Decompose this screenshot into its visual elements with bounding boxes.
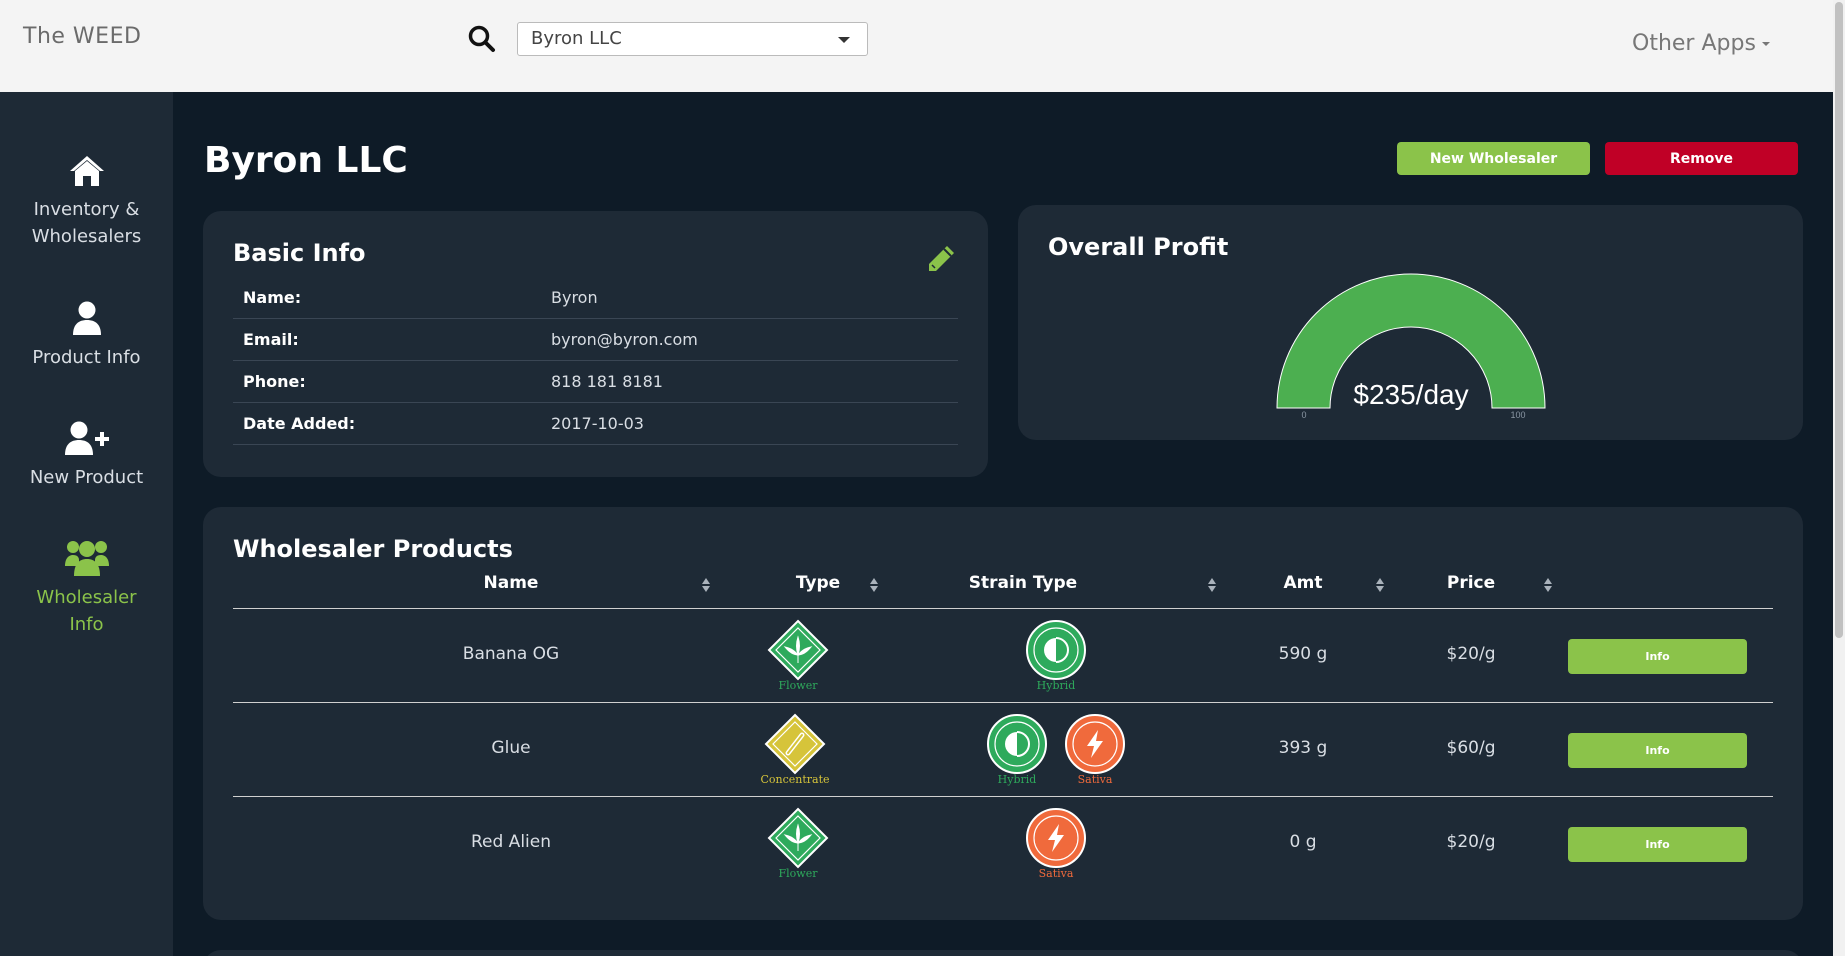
concentrate-dropper-icon: [764, 713, 826, 775]
table-header-divider: [233, 608, 1773, 609]
sort-icon[interactable]: [1375, 577, 1385, 593]
flower-leaf-icon: [767, 807, 829, 869]
sidebar: Inventory & Wholesalers Product Info New…: [0, 92, 173, 956]
column-header-type[interactable]: Type: [763, 573, 873, 593]
product-price: $60/g: [1446, 738, 1496, 758]
sidebar-item-product-info[interactable]: Product Info: [0, 300, 173, 371]
type-badge-flower: Flower: [763, 807, 833, 880]
wholesaler-products-title: Wholesaler Products: [233, 535, 513, 563]
info-key: Name:: [243, 288, 302, 307]
strain-label: Sativa: [1038, 867, 1074, 880]
product-price: $20/g: [1446, 644, 1496, 664]
user-icon: [72, 301, 101, 335]
info-value: 2017-10-03: [551, 414, 644, 433]
product-name: Red Alien: [470, 832, 551, 852]
column-header-price[interactable]: Price: [1431, 573, 1511, 593]
page-scrollbar[interactable]: [1833, 0, 1845, 956]
overall-profit-card: Overall Profit $235/day 0 100: [1018, 205, 1803, 440]
column-header-strain-type[interactable]: Strain Type: [943, 573, 1103, 593]
info-button[interactable]: Info: [1568, 733, 1747, 768]
search-icon[interactable]: [467, 24, 497, 54]
sidebar-item-inventory[interactable]: Inventory & Wholesalers: [0, 154, 173, 250]
gauge-min-label: 0: [1301, 410, 1306, 420]
flower-leaf-icon: [767, 619, 829, 681]
pencil-edit-icon[interactable]: [925, 243, 957, 275]
info-row-date-added: Date Added: 2017-10-03: [233, 403, 958, 445]
product-amt: 590 g: [1278, 644, 1328, 664]
sidebar-item-label: Product Info: [32, 347, 141, 368]
sort-icon[interactable]: [869, 577, 879, 593]
info-key: Email:: [243, 330, 299, 349]
info-key: Phone:: [243, 372, 306, 391]
strain-badge-sativa: Sativa: [1021, 807, 1091, 880]
strain-label: Hybrid: [1036, 679, 1076, 692]
sativa-bolt-icon: [1065, 714, 1125, 774]
sort-icon[interactable]: [701, 577, 711, 593]
info-button[interactable]: Info: [1568, 827, 1747, 862]
info-value: byron@byron.com: [551, 330, 698, 349]
gauge-max-label: 100: [1510, 410, 1525, 420]
column-header-name[interactable]: Name: [443, 573, 579, 593]
info-row-name: Name: Byron: [233, 277, 958, 319]
chevron-down-icon: [838, 37, 850, 43]
product-name: Glue: [491, 738, 531, 758]
strain-badge-hybrid: Hybrid: [1021, 619, 1091, 692]
brand-logo[interactable]: The WEED: [23, 24, 141, 49]
user-plus-icon: [64, 421, 109, 455]
row-divider: [233, 702, 1773, 703]
scrollbar-thumb[interactable]: [1835, 2, 1843, 638]
sidebar-item-label: Inventory &: [33, 199, 140, 220]
basic-info-title: Basic Info: [233, 239, 366, 267]
basic-info-card: Basic Info Name: Byron Email: byron@byro…: [203, 211, 988, 477]
strain-label: Sativa: [1077, 773, 1113, 786]
profit-gauge: $235/day 0 100: [1276, 273, 1546, 420]
type-badge-concentrate: Concentrate: [760, 713, 830, 786]
strain-badge-sativa: Sativa: [1060, 713, 1130, 786]
sidebar-item-label: Wholesalers: [31, 226, 142, 247]
hybrid-icon: [1026, 620, 1086, 680]
product-amt: 0 g: [1289, 832, 1317, 852]
page-title: Byron LLC: [204, 140, 408, 181]
column-header-amt[interactable]: Amt: [1263, 573, 1343, 593]
info-key: Date Added:: [243, 414, 356, 433]
sidebar-item-label: New Product: [29, 467, 144, 488]
info-value: Byron: [551, 288, 598, 307]
wholesaler-select[interactable]: Byron LLC: [517, 22, 868, 56]
info-row-phone: Phone: 818 181 8181: [233, 361, 958, 403]
sidebar-item-wholesaler-info[interactable]: Wholesaler Info: [0, 538, 173, 638]
strain-badge-hybrid: Hybrid: [982, 713, 1052, 786]
caret-down-icon: [1761, 42, 1770, 46]
info-value: 818 181 8181: [551, 372, 663, 391]
wholesaler-select-value: Byron LLC: [531, 28, 622, 49]
next-card-partial: [203, 950, 1803, 956]
users-icon: [64, 541, 109, 576]
type-label: Concentrate: [760, 773, 830, 786]
type-badge-flower: Flower: [763, 619, 833, 692]
product-name: Banana OG: [462, 644, 560, 664]
row-divider: [233, 796, 1773, 797]
sidebar-item-label: Info: [69, 614, 104, 635]
other-apps-dropdown[interactable]: Other Apps: [1632, 31, 1770, 56]
type-label: Flower: [778, 679, 818, 692]
hybrid-icon: [987, 714, 1047, 774]
sort-icon[interactable]: [1207, 577, 1217, 593]
product-price: $20/g: [1446, 832, 1496, 852]
sidebar-item-new-product[interactable]: New Product: [0, 420, 173, 491]
gauge-value-text: $235/day: [1353, 379, 1468, 410]
wholesaler-products-card: Wholesaler Products Name Type Strain Typ…: [203, 507, 1803, 920]
sidebar-item-label: Wholesaler: [36, 587, 137, 608]
strain-label: Hybrid: [997, 773, 1037, 786]
home-icon: [69, 156, 104, 186]
other-apps-label: Other Apps: [1632, 31, 1756, 56]
product-amt: 393 g: [1278, 738, 1328, 758]
top-navbar: The WEED Byron LLC Other Apps: [0, 0, 1833, 92]
info-button[interactable]: Info: [1568, 639, 1747, 674]
info-row-email: Email: byron@byron.com: [233, 319, 958, 361]
type-label: Flower: [778, 867, 818, 880]
new-wholesaler-button[interactable]: New Wholesaler: [1397, 142, 1590, 175]
remove-button[interactable]: Remove: [1605, 142, 1798, 175]
sort-icon[interactable]: [1543, 577, 1553, 593]
sativa-bolt-icon: [1026, 808, 1086, 868]
